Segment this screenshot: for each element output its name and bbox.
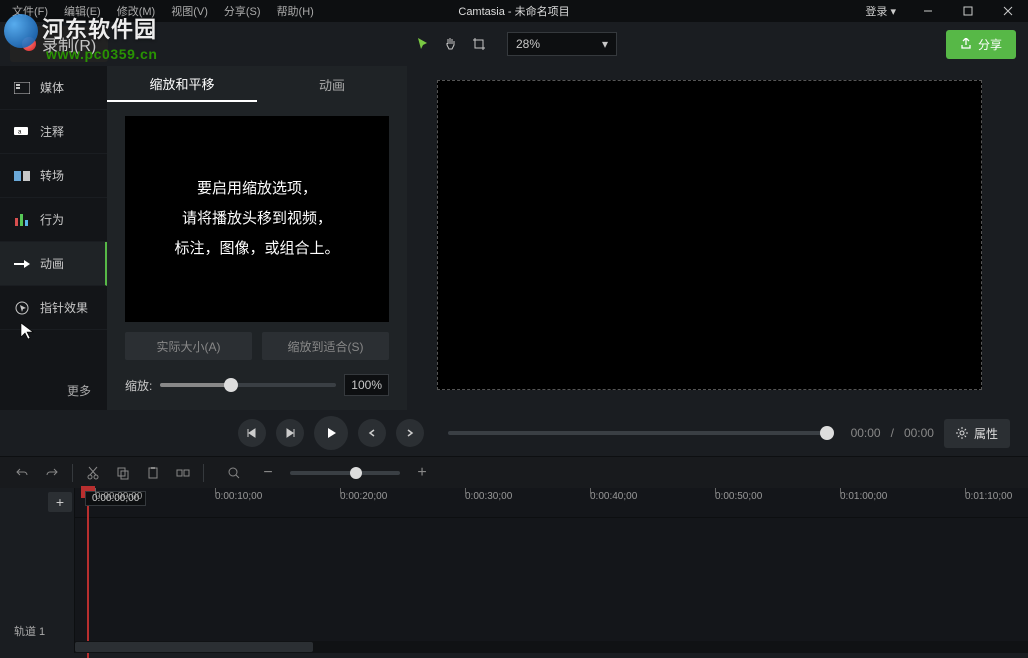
- behavior-icon: [14, 212, 30, 228]
- record-button[interactable]: 录制(R): [10, 26, 108, 62]
- time-sep: /: [891, 426, 894, 440]
- time-current: 00:00: [851, 426, 881, 440]
- paste-button[interactable]: [141, 461, 165, 485]
- login-menu[interactable]: 登录 ▾: [853, 1, 908, 21]
- prev-frame-button[interactable]: [238, 419, 266, 447]
- window-title: Camtasia - 未命名项目: [458, 3, 569, 19]
- share-icon: [960, 38, 972, 50]
- sidebar-item-behaviors[interactable]: 行为: [0, 198, 107, 242]
- ruler-tick: 0:00:50;00: [715, 491, 762, 502]
- sidebar: 媒体 a注释 转场 行为 动画 指针效果 更多: [0, 66, 107, 410]
- cut-button[interactable]: [81, 461, 105, 485]
- copy-button[interactable]: [111, 461, 135, 485]
- timeline-scrollbar[interactable]: [75, 641, 1028, 653]
- minimize-button[interactable]: [908, 0, 948, 22]
- canvas-area: [407, 66, 1028, 410]
- menu-view[interactable]: 视图(V): [163, 1, 216, 21]
- ruler-tick: 0:00:40;00: [590, 491, 637, 502]
- pointer-tool[interactable]: [411, 32, 435, 56]
- ruler-tick: 0:00:00;00: [95, 491, 142, 502]
- ruler-tick: 0:01:00;00: [840, 491, 887, 502]
- menu-bar: 文件(F) 编辑(E) 修改(M) 视图(V) 分享(S) 帮助(H) Camt…: [0, 0, 1028, 22]
- maximize-button[interactable]: [948, 0, 988, 22]
- sidebar-item-annotations[interactable]: a注释: [0, 110, 107, 154]
- sidebar-item-media[interactable]: 媒体: [0, 66, 107, 110]
- timeline: + 轨道 1 0:00:00;00 0:00:00;00 0:00:10;00 …: [0, 488, 1028, 653]
- sidebar-item-animations[interactable]: 动画: [0, 242, 107, 286]
- ruler-tick: 0:00:30;00: [465, 491, 512, 502]
- timeline-zoom-in[interactable]: +: [410, 461, 434, 485]
- timeline-ruler[interactable]: 0:00:00;00 0:00:00;00 0:00:10;00 0:00:20…: [75, 488, 1028, 518]
- sidebar-more[interactable]: 更多: [0, 370, 107, 410]
- split-button[interactable]: [171, 461, 195, 485]
- timeline-zoom-slider[interactable]: [290, 471, 400, 475]
- zoom-value-input[interactable]: 100%: [344, 374, 389, 396]
- zoom-preview: 要启用缩放选项， 请将播放头移到视频， 标注，图像，或组合上。: [125, 116, 389, 322]
- tab-animations[interactable]: 动画: [257, 66, 407, 102]
- timeline-zoom-search[interactable]: [222, 461, 246, 485]
- canvas-zoom-value: 28%: [516, 37, 540, 51]
- canvas-zoom-select[interactable]: 28% ▾: [507, 32, 617, 56]
- close-button[interactable]: [988, 0, 1028, 22]
- scale-to-fit-button[interactable]: 缩放到适合(S): [262, 332, 389, 360]
- properties-button[interactable]: 属性: [944, 419, 1010, 448]
- timeline-tracks-header: + 轨道 1: [0, 488, 75, 653]
- zoom-slider[interactable]: [160, 383, 336, 387]
- tab-zoom-pan[interactable]: 缩放和平移: [107, 66, 257, 102]
- crop-tool[interactable]: [467, 32, 491, 56]
- next-marker-button[interactable]: [396, 419, 424, 447]
- cursor-effects-icon: [14, 300, 30, 316]
- timeline-zoom-out[interactable]: −: [256, 461, 280, 485]
- record-icon: [22, 37, 36, 51]
- seek-slider[interactable]: [448, 431, 827, 435]
- time-total: 00:00: [904, 426, 934, 440]
- play-button[interactable]: [314, 416, 348, 450]
- sidebar-item-transitions[interactable]: 转场: [0, 154, 107, 198]
- playback-bar: 00:00 / 00:00 属性: [0, 410, 1028, 456]
- track-label[interactable]: 轨道 1: [14, 623, 45, 639]
- ruler-tick: 0:00:10;00: [215, 491, 262, 502]
- animation-panel: 缩放和平移 动画 要启用缩放选项， 请将播放头移到视频， 标注，图像，或组合上。…: [107, 66, 407, 410]
- menu-file[interactable]: 文件(F): [4, 1, 56, 21]
- undo-button[interactable]: [10, 461, 34, 485]
- next-frame-button[interactable]: [276, 419, 304, 447]
- menu-edit[interactable]: 编辑(E): [56, 1, 109, 21]
- redo-button[interactable]: [40, 461, 64, 485]
- gear-icon: [956, 427, 968, 439]
- menu-help[interactable]: 帮助(H): [269, 1, 322, 21]
- chevron-down-icon: ▾: [602, 37, 608, 51]
- media-icon: [14, 80, 30, 96]
- record-label: 录制(R): [42, 32, 96, 56]
- toolbar: 录制(R) 28% ▾ 分享: [0, 22, 1028, 66]
- zoom-label: 缩放:: [125, 377, 152, 394]
- timeline-toolbar: − +: [0, 456, 1028, 488]
- share-button[interactable]: 分享: [946, 30, 1016, 59]
- menu-modify[interactable]: 修改(M): [109, 1, 164, 21]
- share-label: 分享: [978, 36, 1002, 53]
- sidebar-item-cursor-effects[interactable]: 指针效果: [0, 286, 107, 330]
- actual-size-button[interactable]: 实际大小(A): [125, 332, 252, 360]
- ruler-tick: 0:00:20;00: [340, 491, 387, 502]
- add-track-button[interactable]: +: [48, 492, 72, 512]
- ruler-tick: 0:01:10;00: [965, 491, 1012, 502]
- menu-share[interactable]: 分享(S): [216, 1, 269, 21]
- prev-marker-button[interactable]: [358, 419, 386, 447]
- transition-icon: [14, 168, 30, 184]
- pan-tool[interactable]: [439, 32, 463, 56]
- annotation-icon: a: [14, 124, 30, 140]
- animation-icon: [14, 256, 30, 272]
- canvas[interactable]: [437, 80, 982, 390]
